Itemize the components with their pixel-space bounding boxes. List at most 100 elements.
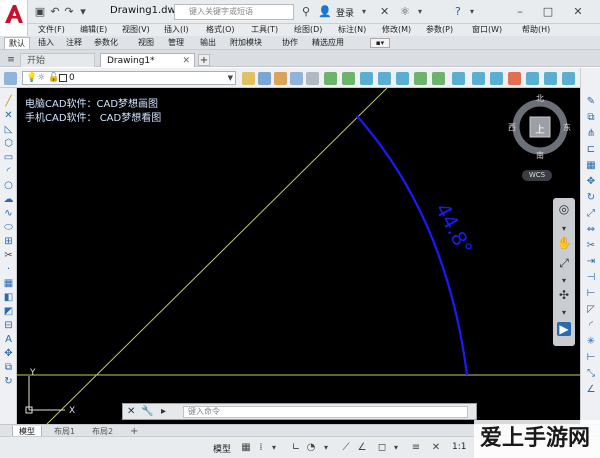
model-space-button[interactable]: 模型 [213, 442, 231, 455]
dim-linear-icon[interactable] [472, 72, 485, 85]
polygon-icon[interactable]: ⬡ [3, 138, 14, 149]
menu-help[interactable]: 帮助(H) [522, 24, 550, 36]
polyline-icon[interactable]: ◺ [3, 124, 14, 135]
layer-off-icon[interactable] [324, 72, 337, 85]
wcs-menu[interactable]: WCS [522, 170, 552, 181]
layer-unlock-icon[interactable] [378, 72, 391, 85]
rotate-object-icon[interactable]: ↻ [585, 192, 597, 204]
offset-icon[interactable]: ⊏ [585, 144, 597, 156]
cart-icon[interactable]: ⚛ [400, 5, 410, 19]
layer-lock-tool-icon[interactable] [360, 72, 373, 85]
layer-delete-icon[interactable] [432, 72, 445, 85]
drawing-canvas[interactable]: Y X 44.8° 电脑CAD软件：CAD梦想画图 手机CAD软件： CAD梦想… [17, 88, 580, 424]
layer-dropdown[interactable]: 💡 ☼ 🔓 0 ▼ [22, 71, 236, 85]
redo-icon[interactable]: ↷ [62, 5, 76, 19]
spline-icon[interactable]: ∿ [3, 208, 14, 219]
help-dropdown-icon[interactable]: ▾ [470, 5, 474, 19]
orbit-dropdown-icon[interactable]: ▾ [557, 306, 571, 320]
mirror-icon[interactable]: ⋔ [585, 128, 597, 140]
file-tab-close-icon[interactable]: ✕ [182, 54, 190, 68]
file-tab-drawing[interactable]: Drawing1* ✕ [100, 53, 195, 67]
viewcube-west[interactable]: 西 [508, 122, 516, 133]
close-icon[interactable]: ✕ [570, 4, 586, 20]
tab-insert[interactable]: 插入 [34, 37, 58, 49]
region-icon[interactable]: ◩ [3, 306, 14, 317]
dim-aligned-side-icon[interactable]: ⤡ [585, 368, 597, 380]
help-icon[interactable]: ? [455, 5, 461, 19]
grid-icon[interactable]: ▦ [240, 442, 252, 454]
menu-format[interactable]: 格式(O) [206, 24, 235, 36]
object-snap-tracking-icon[interactable]: ∠ [356, 442, 368, 454]
match-layer-icon[interactable] [290, 72, 303, 85]
file-tab-start[interactable]: 开始 [20, 53, 95, 67]
object-snap-dropdown-icon[interactable]: ▾ [390, 442, 402, 454]
app-menu-button[interactable] [0, 0, 28, 36]
isodraft-icon[interactable]: ⟋ [340, 442, 352, 454]
tab-default[interactable]: 默认 [4, 37, 30, 49]
layer-isolate-icon[interactable] [306, 72, 319, 85]
dim-radius-icon[interactable] [544, 72, 557, 85]
layer-walk-icon[interactable] [396, 72, 409, 85]
table-icon[interactable]: ⊟ [3, 320, 14, 331]
command-line-settings-icon[interactable]: 🔧 [141, 406, 153, 417]
user-icon[interactable]: 👤 [318, 5, 332, 19]
lineweight-icon[interactable]: ≡ [410, 442, 422, 454]
annotation-scale[interactable]: 1:1 [452, 442, 466, 452]
copy-object-icon[interactable]: ⧉ [585, 112, 597, 124]
viewcube-east[interactable]: 东 [563, 122, 571, 133]
undo-icon[interactable]: ↶ [48, 5, 62, 19]
minimize-icon[interactable]: – [512, 4, 528, 20]
viewcube-north[interactable]: 北 [536, 93, 544, 104]
chamfer-icon[interactable]: ◸ [585, 304, 597, 316]
new-tab-button[interactable]: + [198, 54, 210, 66]
binoculars-icon[interactable]: ⚲ [302, 5, 310, 19]
tab-collaborate[interactable]: 协作 [278, 37, 302, 49]
viewcube-south[interactable]: 南 [536, 150, 544, 161]
layer-state-icon[interactable] [274, 72, 287, 85]
login-button[interactable]: 登录 [336, 6, 354, 19]
layer-tool-icon[interactable] [242, 72, 255, 85]
angled-line[interactable] [46, 88, 388, 424]
tab-addins[interactable]: 附加模块 [226, 37, 266, 49]
tab-featured-apps[interactable]: 精选应用 [308, 37, 348, 49]
erase-icon[interactable]: ✎ [585, 96, 597, 108]
menu-file[interactable]: 文件(F) [38, 24, 65, 36]
layer-previous-icon[interactable] [258, 72, 271, 85]
zoom-dropdown-icon[interactable]: ▾ [557, 274, 571, 288]
line-tool-icon[interactable]: ╱ [3, 96, 14, 107]
orbit-icon[interactable]: ✣ [557, 288, 571, 302]
command-input[interactable]: 键入命令 [183, 406, 468, 418]
hatch-icon[interactable]: ▦ [3, 278, 14, 289]
login-dropdown-icon[interactable]: ▾ [362, 5, 366, 19]
viewcube-top-face[interactable]: 上 [535, 121, 545, 136]
scissors-icon[interactable]: ✂ [3, 250, 14, 261]
menu-tools[interactable]: 工具(T) [251, 24, 278, 36]
object-snap-icon[interactable]: ◻ [376, 442, 388, 454]
dim-arc-icon[interactable] [526, 72, 539, 85]
stretch-icon[interactable]: ⇔ [585, 224, 597, 236]
tab-view[interactable]: 视图 [134, 37, 158, 49]
dim-angular-side-icon[interactable]: ∠ [585, 384, 597, 396]
menu-dimension[interactable]: 标注(N) [338, 24, 366, 36]
dim-aligned-icon[interactable] [490, 72, 503, 85]
ellipse-icon[interactable]: ⬭ [3, 222, 14, 233]
save-icon[interactable]: ▣ [33, 5, 47, 19]
menu-view[interactable]: 视图(V) [122, 24, 150, 36]
snap-icon[interactable]: ⁞ [255, 442, 267, 454]
gradient-icon[interactable]: ◧ [3, 292, 14, 303]
zoom-extents-icon[interactable]: ⤢ [557, 256, 571, 270]
annotation-scale-icon[interactable]: ✕ [430, 442, 442, 454]
tab-manage[interactable]: 管理 [164, 37, 188, 49]
trim-icon[interactable]: ✂ [585, 240, 597, 252]
menu-parametric[interactable]: 参数(P) [426, 24, 453, 36]
tab-output[interactable]: 输出 [196, 37, 220, 49]
layer-freeze-tool-icon[interactable] [342, 72, 355, 85]
join-icon[interactable]: ⊢ [585, 288, 597, 300]
dim-angular-icon[interactable] [508, 72, 521, 85]
mtext-icon[interactable]: A [3, 334, 14, 345]
layer-merge-icon[interactable] [414, 72, 427, 85]
dim-diameter-icon[interactable] [562, 72, 575, 85]
tab-annotate[interactable]: 注释 [62, 37, 86, 49]
menu-modify[interactable]: 修改(M) [382, 24, 411, 36]
break-icon[interactable]: ⊣ [585, 272, 597, 284]
